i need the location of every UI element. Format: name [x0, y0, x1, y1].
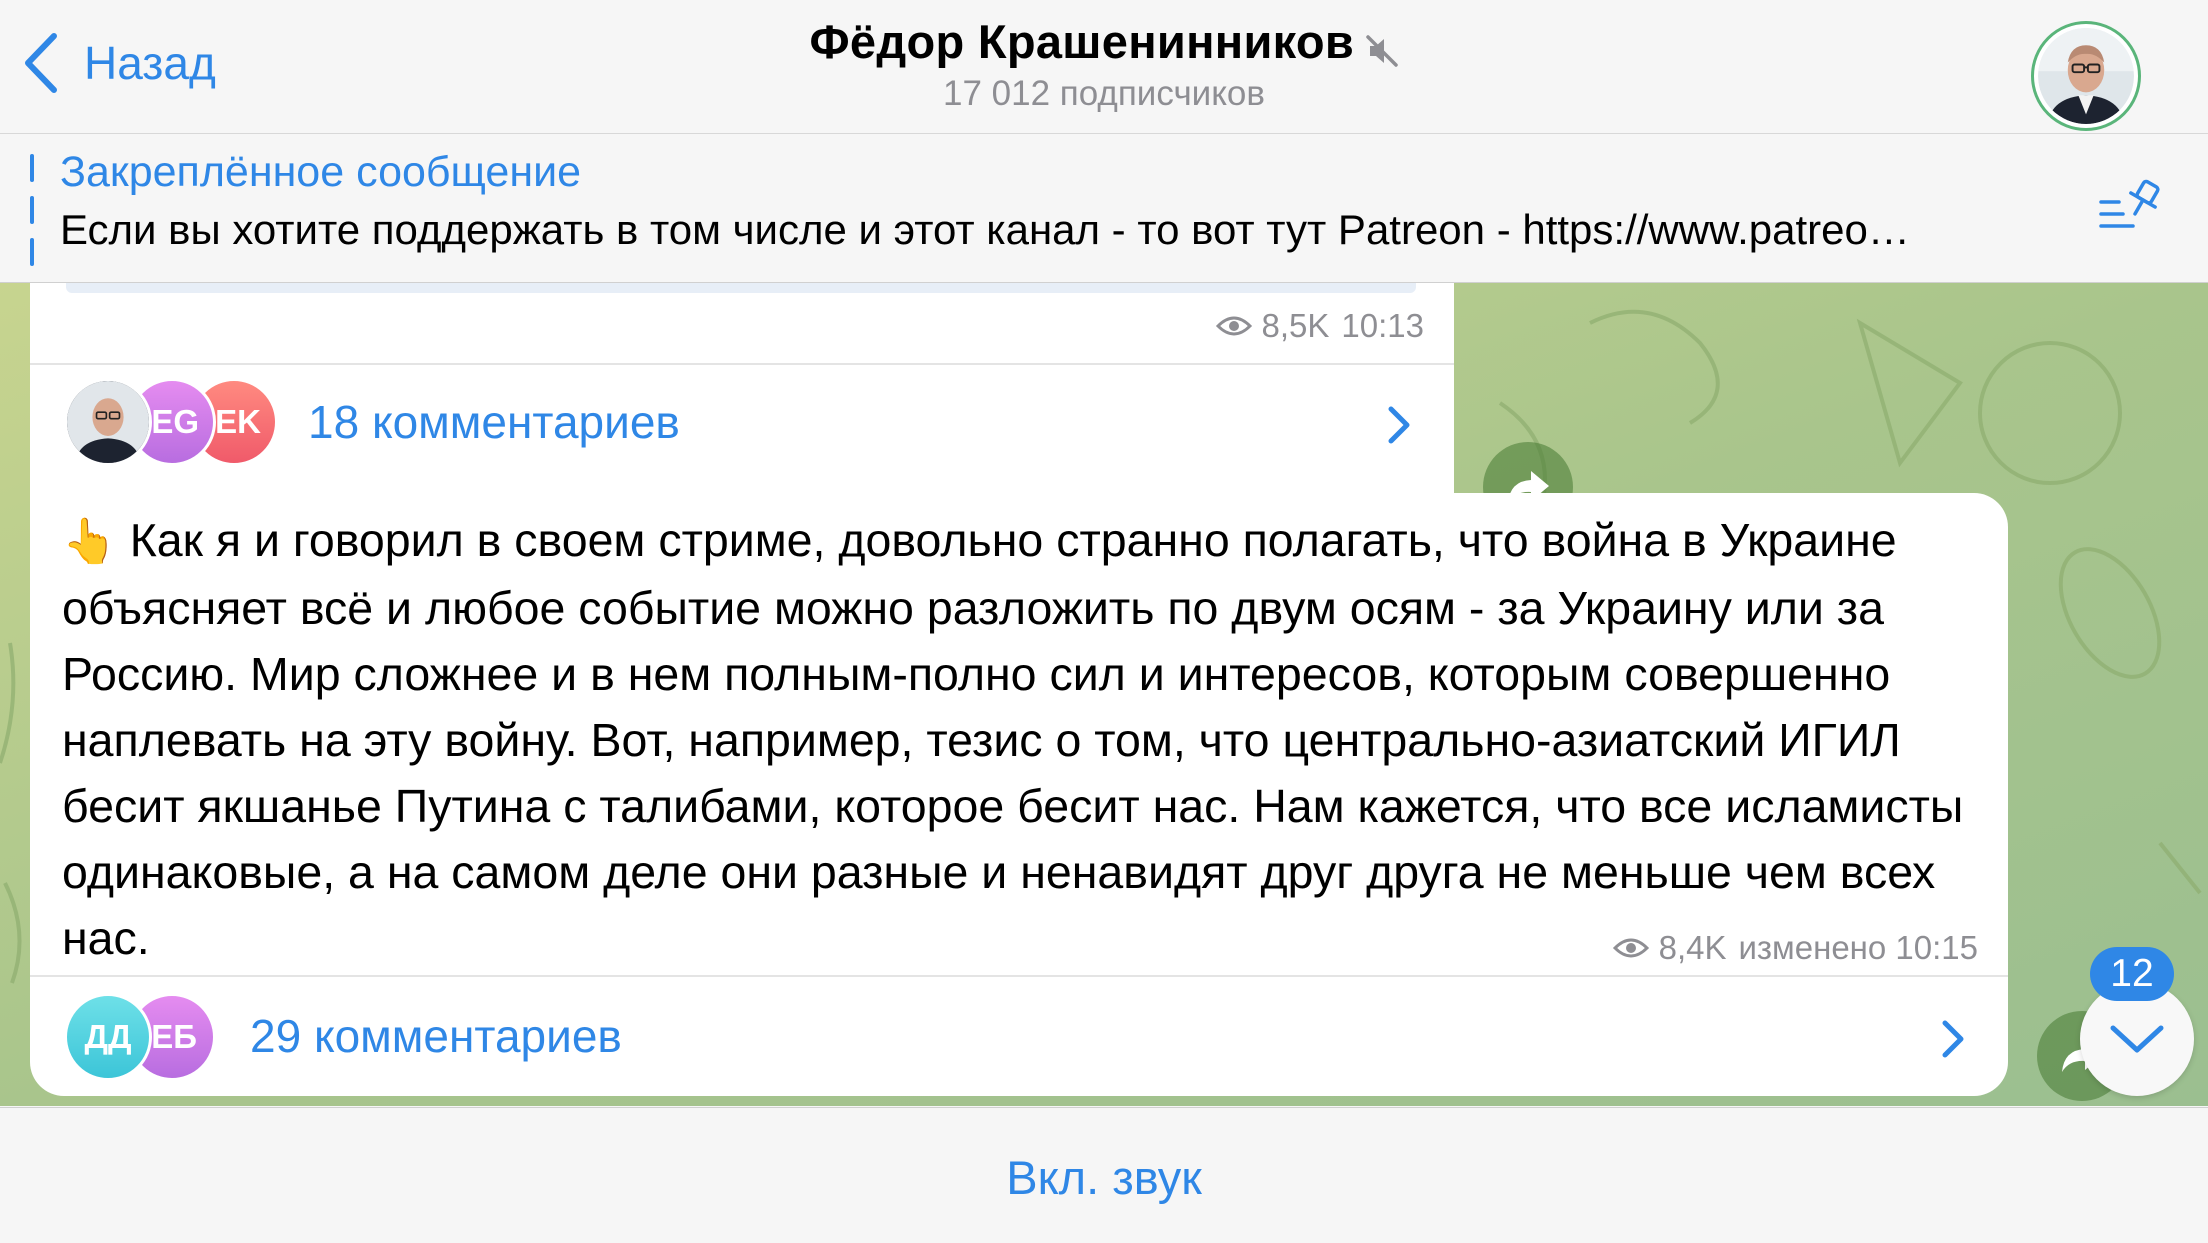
message-body: Как я и говорил в своем стриме, довольно…	[62, 514, 1964, 964]
speaker-muted-icon	[1365, 34, 1399, 73]
link-preview-edge	[66, 283, 1416, 293]
pinned-indicator-3	[30, 238, 34, 266]
channel-title-wrap[interactable]: Фёдор Крашенинников	[0, 14, 2208, 73]
comments-count: 29 комментариев	[250, 1010, 622, 1062]
message-bubble[interactable]: 👆 Как я и говорил в своем стриме, доволь…	[30, 493, 2008, 1096]
message-time: 10:13	[1341, 307, 1424, 344]
chevron-right-icon	[1388, 406, 1410, 444]
channel-title: Фёдор Крашенинников	[809, 15, 1355, 68]
message-meta: 8,4K изменено 10:15	[1612, 929, 1978, 967]
pinned-indicator-2	[30, 196, 34, 224]
bottom-bar: Вкл. звук	[0, 1107, 2208, 1243]
subscriber-count: 17 012 подписчиков	[942, 74, 1265, 113]
edited-time: изменено 10:15	[1738, 929, 1978, 966]
view-count: 8,4K	[1658, 929, 1727, 966]
pinned-title: Закреплённое сообщение	[60, 148, 582, 196]
pointing-up-emoji: 👆	[62, 517, 117, 566]
unmute-button[interactable]: Вкл. звук	[0, 1150, 2208, 1205]
channel-avatar[interactable]	[2031, 21, 2141, 131]
avatar-photo	[2038, 28, 2134, 124]
eye-icon	[1215, 316, 1252, 336]
commenter-avatar: ДД	[64, 993, 152, 1081]
pinned-text: Если вы хотите поддержать в том числе и …	[60, 206, 1910, 253]
message-meta: 8,5K 10:13	[1215, 307, 1424, 345]
commenter-avatar-photo	[64, 378, 152, 466]
chevron-right-icon	[1942, 1020, 1964, 1058]
comments-count: 18 комментариев	[308, 396, 680, 448]
comments-link[interactable]: EG EK 18 комментариев	[30, 363, 1454, 483]
eye-icon	[1612, 938, 1649, 958]
unread-badge: 12	[2090, 947, 2174, 1001]
chat-area[interactable]: 8,5K 10:13 EG EK 18 комментариев 👆 Как я…	[0, 283, 2208, 1106]
pinned-indicator-1	[30, 154, 34, 182]
comments-link[interactable]: ДД ЕБ 29 комментариев	[30, 975, 2008, 1097]
pinned-message-bar[interactable]: Закреплённое сообщение Если вы хотите по…	[0, 134, 2208, 283]
chat-header: Назад Фёдор Крашенинников 17 012 подписч…	[0, 0, 2208, 134]
view-count: 8,5K	[1261, 307, 1330, 344]
chevron-down-icon	[2110, 1025, 2164, 1053]
message-text: 👆 Как я и говорил в своем стриме, доволь…	[62, 507, 1992, 971]
pinned-list-icon[interactable]	[2097, 176, 2161, 240]
